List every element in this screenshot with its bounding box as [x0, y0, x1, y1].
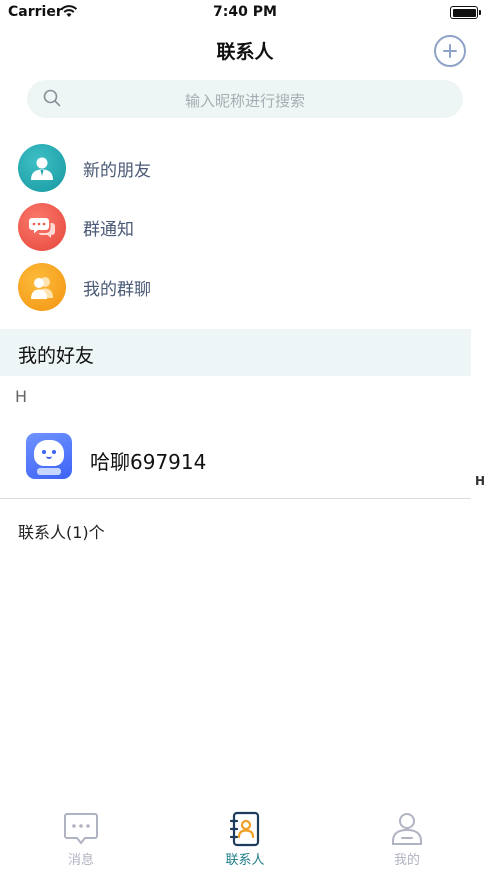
- chat-bubble-icon: [29, 218, 55, 238]
- avatar-mouth: [46, 456, 52, 459]
- friend-row[interactable]: 哈聊697914: [0, 425, 471, 499]
- battery-icon: [450, 6, 481, 19]
- index-letter: H: [15, 387, 28, 406]
- section-title: 我的好友: [18, 345, 95, 367]
- entry-avatar: [18, 263, 66, 311]
- person-icon: [31, 157, 53, 180]
- avatar-tag: [37, 468, 61, 475]
- tab-mine[interactable]: 我的: [352, 811, 462, 871]
- entry-new-friends[interactable]: 新的朋友: [0, 140, 490, 196]
- message-icon: [64, 813, 98, 845]
- avatar: [26, 433, 72, 479]
- page-title: 联系人: [216, 41, 274, 63]
- entry-avatar: [18, 203, 66, 251]
- section-header: 我的好友: [0, 329, 471, 376]
- tab-bar: 消息 联系人 我的: [0, 805, 490, 876]
- entry-group-notifications[interactable]: 群通知: [0, 199, 490, 255]
- entry-avatar: [18, 144, 66, 192]
- avatar-eye: [42, 450, 46, 454]
- status-bar: Carrier 7:40 PM: [0, 0, 490, 26]
- status-time: 7:40 PM: [213, 4, 277, 20]
- avatar-eye: [52, 450, 56, 454]
- tab-label: 我的: [393, 853, 420, 868]
- add-contact-button[interactable]: [434, 35, 466, 67]
- entry-label: 新的朋友: [83, 161, 151, 181]
- tab-label: 消息: [67, 853, 94, 868]
- entry-label: 群通知: [83, 220, 134, 240]
- friend-name: 哈聊697914: [90, 450, 207, 474]
- group-icon: [31, 277, 53, 299]
- tab-contacts[interactable]: 联系人: [190, 811, 300, 871]
- side-index-letter[interactable]: H: [475, 474, 485, 488]
- search-input[interactable]: 输入昵称进行搜索: [27, 80, 463, 118]
- tab-label: 联系人: [225, 853, 265, 868]
- avatar-face: [34, 440, 64, 466]
- profile-icon: [392, 813, 422, 845]
- contact-count: 联系人(1)个: [18, 523, 105, 542]
- contacts-book-icon: [229, 811, 260, 847]
- entry-my-groups[interactable]: 我的群聊: [0, 259, 490, 315]
- tab-messages[interactable]: 消息: [26, 811, 136, 871]
- search-placeholder: 输入昵称进行搜索: [184, 92, 305, 110]
- entry-label: 我的群聊: [83, 280, 151, 300]
